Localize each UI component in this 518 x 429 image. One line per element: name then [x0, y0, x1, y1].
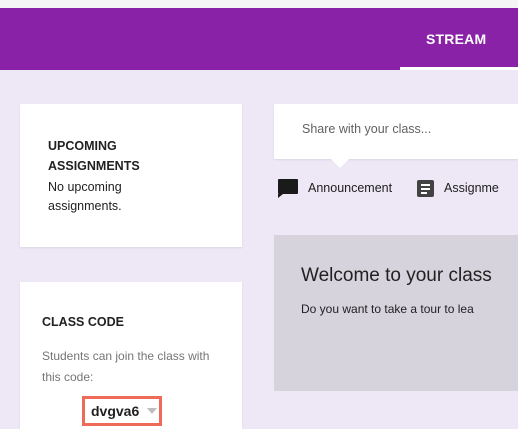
welcome-title: Welcome to your class — [301, 265, 492, 286]
announcement-icon — [278, 178, 298, 198]
share-input[interactable]: Share with your class... — [302, 122, 431, 136]
upcoming-assignments-title: UPCOMING ASSIGNMENTS — [48, 139, 140, 173]
active-tab-indicator — [400, 67, 518, 70]
tab-stream[interactable]: STREAM — [400, 8, 518, 70]
class-code-description: Students can join the class with this co… — [42, 349, 210, 384]
chevron-down-icon[interactable] — [147, 408, 158, 414]
assignment-button[interactable]: Assignme — [417, 177, 499, 199]
class-code-title: CLASS CODE — [42, 315, 124, 329]
announcement-label: Announcement — [308, 181, 393, 195]
welcome-card: Welcome to your class Do you want to tak… — [274, 235, 518, 391]
upcoming-assignments-card: UPCOMING ASSIGNMENTS No upcoming assignm… — [20, 104, 242, 247]
welcome-subtitle: Do you want to take a tour to lea — [301, 302, 474, 316]
top-app-bar: STREAM — [0, 0, 518, 70]
class-code-selector[interactable]: dvgva6 — [82, 396, 162, 426]
upcoming-assignments-message: No upcoming assignments. — [48, 180, 122, 213]
browser-strip — [0, 0, 518, 8]
assignment-icon — [417, 179, 434, 197]
class-code-value: dvgva6 — [91, 403, 140, 419]
share-card[interactable]: Share with your class... — [274, 104, 518, 159]
share-pointer — [331, 159, 349, 168]
assignment-label: Assignme — [444, 181, 499, 195]
class-code-card: CLASS CODE Students can join the class w… — [20, 282, 242, 429]
announcement-button[interactable]: Announcement — [278, 177, 392, 199]
classroom-page: STREAM UPCOMING ASSIGNMENTS No upcoming … — [0, 0, 518, 429]
